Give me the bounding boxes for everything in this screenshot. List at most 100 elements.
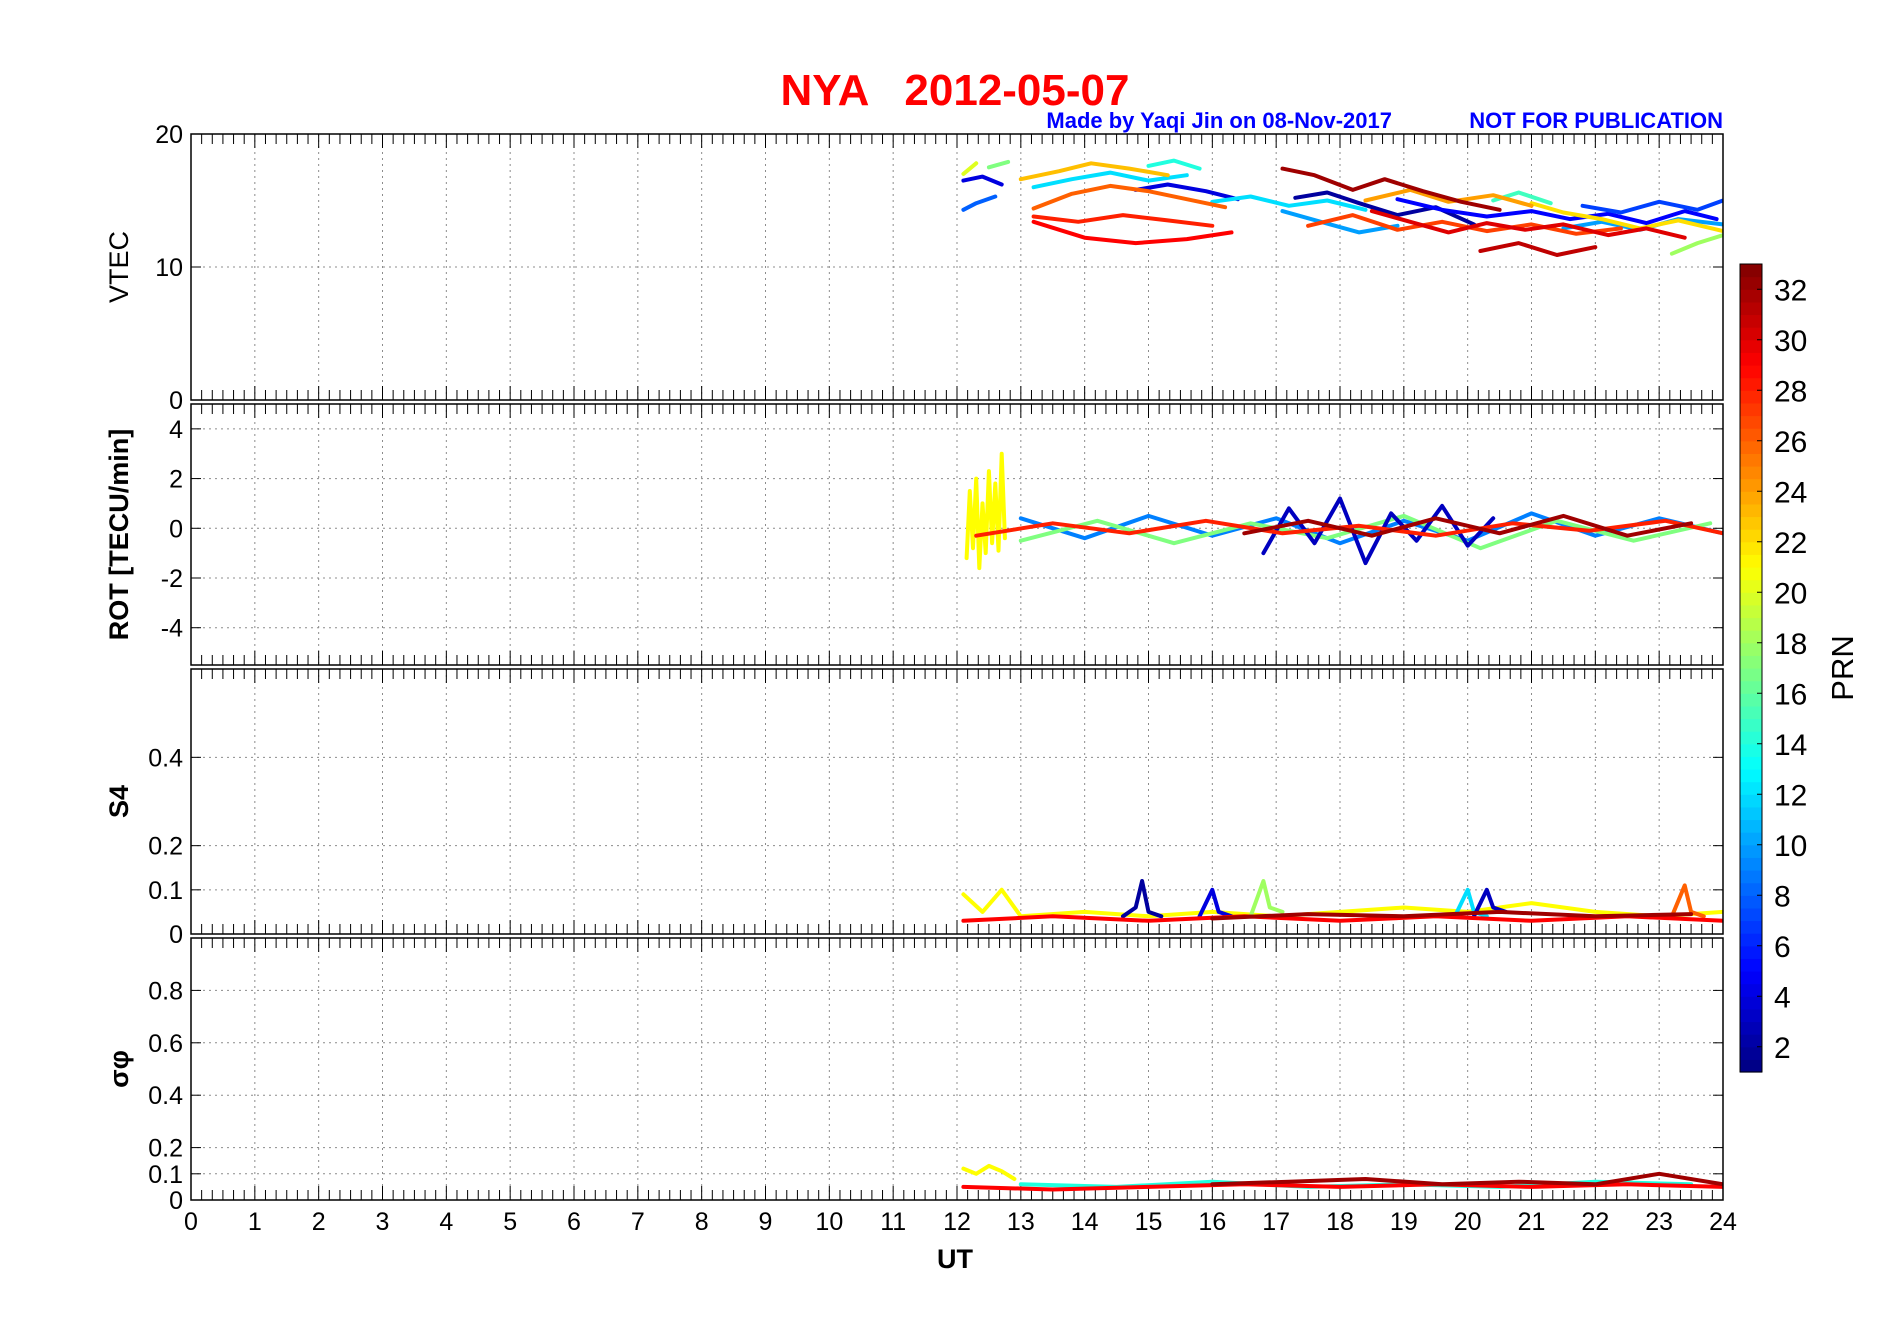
prn-trace bbox=[986, 159, 1011, 170]
panel-frame bbox=[190, 403, 1724, 666]
x-tick-label: 7 bbox=[631, 1208, 645, 1236]
colorbar-swatch bbox=[1740, 415, 1762, 429]
colorbar-swatch bbox=[1740, 958, 1762, 972]
colorbar-swatch bbox=[1740, 352, 1762, 366]
series-layer bbox=[961, 879, 1723, 923]
colorbar-swatch bbox=[1740, 971, 1762, 985]
panel-sigphi: 00.10.2 0.4 0.6 0.8 σφ bbox=[104, 937, 1724, 1215]
colorbar-tick-label: 20 bbox=[1774, 577, 1807, 610]
colorbar-swatch bbox=[1740, 870, 1762, 884]
colorbar-tick-label: 14 bbox=[1774, 729, 1807, 762]
colorbar-swatch bbox=[1740, 806, 1762, 821]
x-tick-label: 3 bbox=[376, 1208, 390, 1236]
colorbar-swatch bbox=[1740, 377, 1762, 391]
colorbar-swatch bbox=[1740, 1021, 1762, 1035]
colorbar-swatch bbox=[1740, 365, 1762, 379]
panel-vtec: 0 10 20 VTEC bbox=[104, 121, 1724, 415]
colorbar-tick-label: 16 bbox=[1774, 678, 1807, 711]
colorbar-swatch bbox=[1740, 983, 1762, 997]
colorbar-swatch bbox=[1740, 895, 1762, 909]
y-axis-label: σφ bbox=[104, 1050, 134, 1088]
colorbar-label: PRN bbox=[1825, 635, 1860, 700]
y-tick-label: 0 bbox=[169, 921, 183, 949]
colorbar-tick-label: 18 bbox=[1774, 628, 1807, 661]
colorbar-swatch bbox=[1740, 327, 1762, 341]
y-tick-label: -4 bbox=[161, 615, 183, 643]
x-tick-label: 2 bbox=[312, 1208, 326, 1236]
colorbar-swatch bbox=[1740, 440, 1762, 454]
colorbar-tick-label: 24 bbox=[1774, 476, 1807, 509]
colorbar-swatch bbox=[1740, 996, 1762, 1010]
prn-trace bbox=[1580, 198, 1723, 215]
colorbar-swatch bbox=[1740, 567, 1762, 581]
colorbar-swatch bbox=[1740, 592, 1762, 606]
colorbar-swatch bbox=[1740, 857, 1762, 871]
colorbar-swatch bbox=[1740, 642, 1762, 656]
x-tick-label: 17 bbox=[1262, 1208, 1290, 1236]
colorbar-swatch bbox=[1740, 264, 1762, 278]
colorbar-swatch bbox=[1740, 579, 1762, 593]
y-tick-label: 0.2 bbox=[148, 1135, 183, 1163]
colorbar-tick-label: 12 bbox=[1774, 779, 1807, 812]
y-tick-label: -2 bbox=[161, 565, 183, 593]
colorbar-swatch bbox=[1740, 693, 1762, 707]
publication-notice: NOT FOR PUBLICATION bbox=[1469, 108, 1723, 133]
colorbar-swatch bbox=[1740, 1046, 1762, 1060]
colorbar-swatch bbox=[1740, 1008, 1762, 1023]
prn-trace bbox=[961, 174, 1004, 187]
x-tick-label: 6 bbox=[567, 1208, 581, 1236]
x-tick-label: 18 bbox=[1326, 1208, 1354, 1236]
panel-rot: 4 2 0 -2 -4 ROT [TECU/min] bbox=[104, 403, 1724, 666]
x-tick-label: 8 bbox=[695, 1208, 709, 1236]
colorbar-swatch bbox=[1740, 466, 1762, 480]
panels-layer: 01020VTEC420-2-4ROT [TECU/min]00.10.20.4… bbox=[104, 121, 1724, 1215]
colorbar-swatch bbox=[1740, 630, 1762, 644]
x-tick-label: 20 bbox=[1454, 1208, 1482, 1236]
prn-trace bbox=[964, 451, 1007, 571]
x-tick-label: 5 bbox=[503, 1208, 517, 1236]
y-tick-label: 0.4 bbox=[148, 1082, 183, 1110]
colorbar-swatch bbox=[1740, 428, 1762, 442]
y-axis-label: ROT [TECU/min] bbox=[104, 429, 134, 640]
colorbar-swatch bbox=[1740, 832, 1762, 846]
colorbar-swatch bbox=[1740, 756, 1762, 770]
colorbar-swatch bbox=[1740, 945, 1762, 959]
colorbar-swatch bbox=[1740, 743, 1762, 757]
x-tick-label: 14 bbox=[1071, 1208, 1099, 1236]
colorbar-swatch bbox=[1740, 541, 1762, 555]
y-tick-label: 0 bbox=[169, 515, 183, 543]
x-tick-label: 11 bbox=[880, 1208, 906, 1236]
colorbar-tick-label: 28 bbox=[1774, 375, 1807, 408]
series-layer bbox=[961, 1163, 1723, 1192]
x-tick-label: 1 bbox=[248, 1208, 262, 1236]
y-axis-label: VTEC bbox=[104, 231, 134, 303]
y-tick-label: 0.2 bbox=[148, 833, 183, 861]
y-tick-label: 10 bbox=[155, 254, 183, 282]
x-tick-label: 22 bbox=[1581, 1208, 1609, 1236]
figure: NYA 2012-05-07 Made by Yaqi Jin on 08-No… bbox=[104, 66, 1860, 1274]
x-tick-label: 23 bbox=[1645, 1208, 1673, 1236]
colorbar-swatch bbox=[1740, 402, 1762, 417]
colorbar-swatch bbox=[1740, 453, 1762, 467]
prn-trace bbox=[1146, 158, 1202, 171]
y-axis-label: S4 bbox=[104, 785, 134, 818]
x-tick-label: 13 bbox=[1007, 1208, 1035, 1236]
y-tick-label: 20 bbox=[155, 121, 183, 149]
prn-trace bbox=[1031, 213, 1215, 228]
series-layer bbox=[961, 158, 1723, 257]
colorbar-tick-label: 32 bbox=[1774, 274, 1807, 307]
colorbar-swatch bbox=[1740, 478, 1762, 492]
credit-note: Made by Yaqi Jin on 08-Nov-2017 bbox=[1046, 108, 1392, 133]
x-tick-label: 10 bbox=[815, 1208, 843, 1236]
prn-trace bbox=[961, 194, 998, 212]
colorbar-swatch bbox=[1740, 516, 1762, 530]
prn-trace bbox=[1121, 879, 1164, 919]
y-tick-label: 0.6 bbox=[148, 1030, 183, 1058]
colorbar-swatch bbox=[1740, 339, 1762, 353]
prn-trace bbox=[961, 1163, 1017, 1181]
y-tick-label: 0 bbox=[169, 1187, 183, 1215]
colorbar-swatch bbox=[1740, 794, 1762, 808]
colorbar-swatch bbox=[1740, 844, 1762, 858]
colorbar-swatch bbox=[1740, 289, 1762, 303]
prn-trace bbox=[961, 887, 1723, 919]
